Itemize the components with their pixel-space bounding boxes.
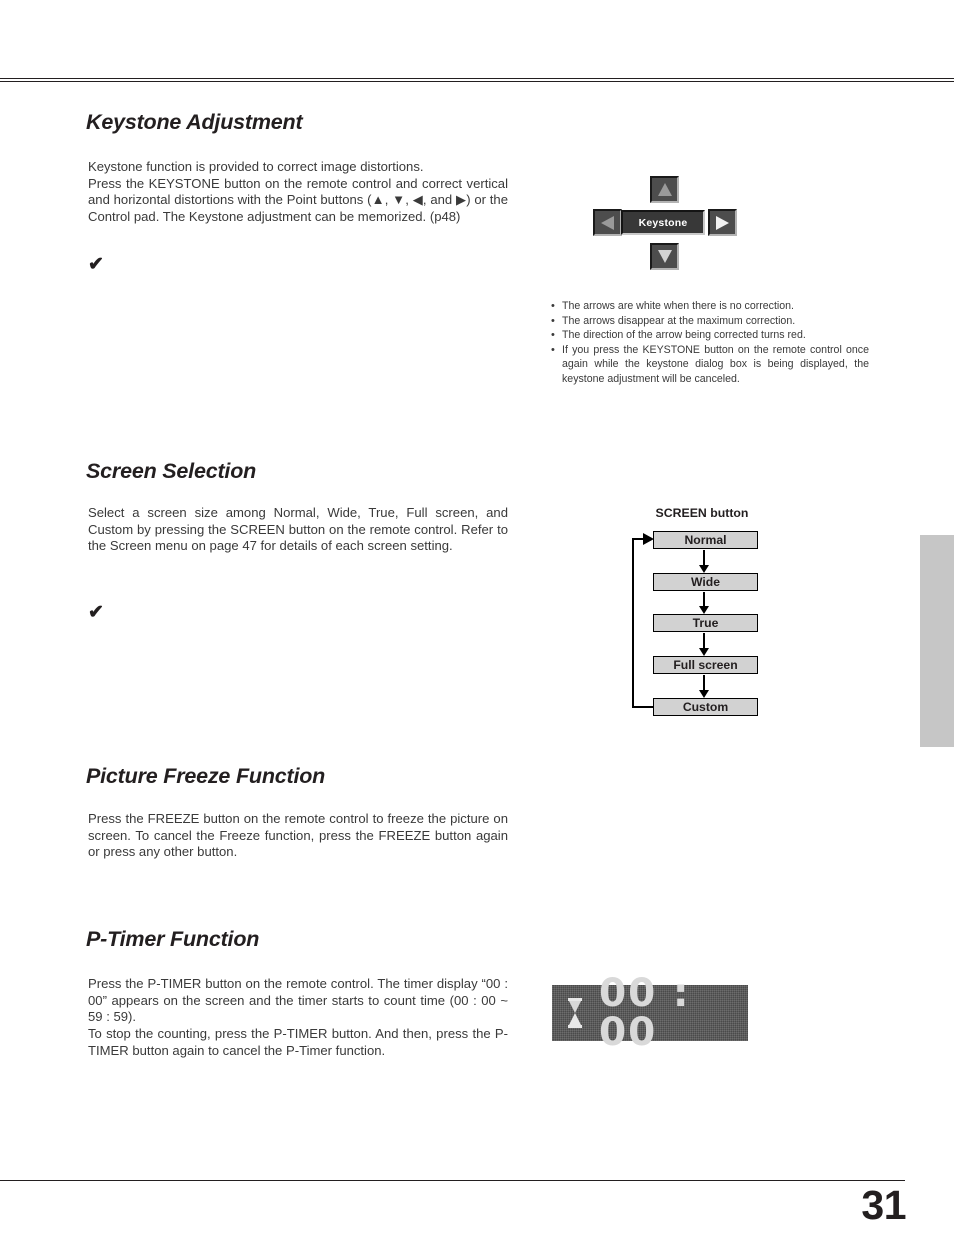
arrow-up-icon bbox=[657, 183, 672, 196]
flow-connector-arrow-icon bbox=[699, 592, 709, 614]
screen-selection-paragraph: Select a screen size among Normal, Wide,… bbox=[88, 505, 508, 554]
picture-freeze-paragraph: Press the FREEZE button on the remote co… bbox=[88, 811, 508, 860]
picture-freeze-body: Press the FREEZE button on the remote co… bbox=[88, 811, 508, 861]
keystone-checkmark: ✔ bbox=[88, 254, 104, 275]
list-item: The arrows are white when there is no co… bbox=[551, 299, 869, 314]
flow-step-wide: Wide bbox=[653, 573, 758, 591]
keystone-notes-list: The arrows are white when there is no co… bbox=[551, 299, 869, 387]
p-timer-time-readout: 00 : 00 bbox=[599, 971, 691, 1055]
hourglass-cap-bottom bbox=[568, 1025, 582, 1028]
list-item: The arrows disappear at the maximum corr… bbox=[551, 314, 869, 329]
keystone-body: Keystone function is provided to correct… bbox=[88, 159, 508, 226]
flow-connector-arrow-icon bbox=[699, 550, 709, 573]
list-item: The direction of the arrow being correct… bbox=[551, 328, 869, 343]
keystone-down-arrow-button[interactable] bbox=[650, 243, 679, 270]
page-number: 31 bbox=[861, 1182, 906, 1228]
flow-step-normal: Normal bbox=[653, 531, 758, 549]
arrow-left-icon bbox=[601, 215, 614, 230]
footer-rule bbox=[0, 1180, 905, 1181]
screen-selection-body: Select a screen size among Normal, Wide,… bbox=[88, 505, 508, 555]
p-timer-body: Press the P-TIMER button on the remote c… bbox=[88, 976, 508, 1060]
screen-figure-title: SCREEN button bbox=[655, 506, 749, 520]
manual-page: Keystone Adjustment Keystone function is… bbox=[0, 0, 954, 1235]
p-timer-paragraph-1: Press the P-TIMER button on the remote c… bbox=[88, 976, 508, 1025]
flow-connector-arrow-icon bbox=[699, 675, 709, 698]
p-timer-display-figure: 00 : 00 bbox=[552, 974, 748, 1052]
page-title-screen-selection: Screen Selection bbox=[86, 459, 257, 483]
keystone-paragraph-line2: Press the KEYSTONE button on the remote … bbox=[88, 175, 508, 225]
loop-path-side bbox=[632, 539, 634, 708]
keystone-dialog-label: Keystone bbox=[621, 210, 705, 235]
page-title-keystone: Keystone Adjustment bbox=[86, 110, 303, 134]
flow-step-custom: Custom bbox=[653, 698, 758, 716]
page-title-picture-freeze: Picture Freeze Function bbox=[86, 764, 326, 788]
screen-button-flow-figure: SCREEN button Normal Wide True Full scre… bbox=[632, 506, 772, 724]
keystone-up-arrow-button[interactable] bbox=[650, 176, 679, 203]
flow-step-true: True bbox=[653, 614, 758, 632]
keystone-paragraph-line1: Keystone function is provided to correct… bbox=[88, 159, 424, 174]
arrow-right-icon bbox=[716, 215, 729, 230]
keystone-dialog-figure: Keystone bbox=[588, 176, 740, 270]
arrow-down-icon bbox=[657, 250, 672, 263]
hourglass-icon bbox=[568, 998, 582, 1028]
p-timer-paragraph-2: To stop the counting, press the P-TIMER … bbox=[88, 1026, 508, 1058]
loop-path-bottom bbox=[632, 706, 654, 708]
list-item: If you press the KEYSTONE button on the … bbox=[551, 343, 869, 387]
hourglass-bulbs bbox=[569, 1001, 581, 1025]
keystone-left-arrow-button[interactable] bbox=[593, 209, 622, 236]
screen-selection-checkmark: ✔ bbox=[88, 602, 104, 623]
side-chapter-tab bbox=[920, 535, 954, 747]
page-title-p-timer: P-Timer Function bbox=[86, 927, 260, 951]
flow-connector-arrow-icon bbox=[699, 633, 709, 656]
keystone-right-arrow-button[interactable] bbox=[708, 209, 737, 236]
flow-step-full-screen: Full screen bbox=[653, 656, 758, 674]
header-rule bbox=[0, 78, 954, 82]
